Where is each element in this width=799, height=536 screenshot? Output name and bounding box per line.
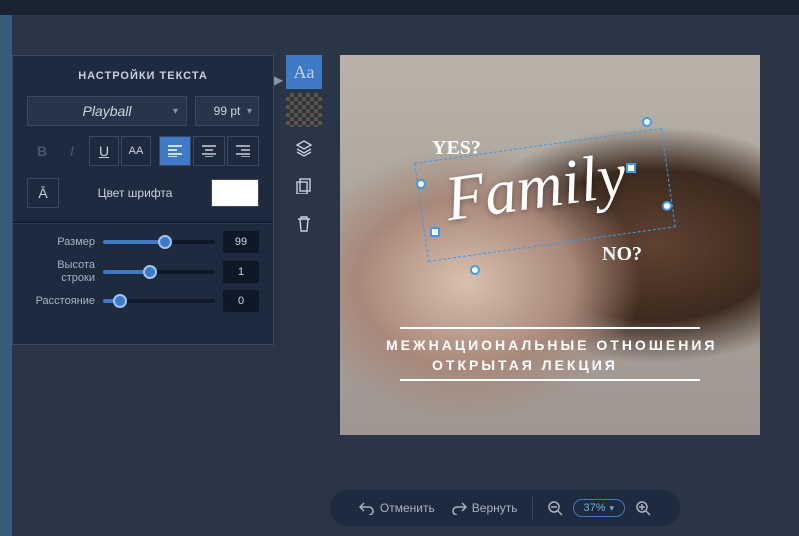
zoom-level-select[interactable]: 37% ▾ [573, 499, 626, 517]
text-tool-button[interactable]: Aa [286, 55, 322, 89]
font-family-value: Playball [82, 103, 131, 119]
size-slider-label: Размер [27, 236, 95, 249]
align-right-icon [236, 145, 250, 157]
text-settings-panel: НАСТРОЙКИ ТЕКСТА Playball ▾ 99 pt ▾ B I … [12, 55, 274, 345]
bottom-toolbar: Отменить Вернуть 37% ▾ [330, 490, 680, 526]
selection-handle[interactable] [642, 117, 652, 127]
chevron-down-icon: ▾ [247, 106, 252, 117]
bold-button[interactable]: B [27, 136, 57, 166]
uppercase-button[interactable]: AA [121, 136, 151, 166]
undo-button[interactable]: Отменить [353, 501, 441, 515]
align-left-button[interactable] [159, 136, 191, 166]
top-bar [0, 0, 799, 15]
duplicate-tool-button[interactable] [286, 169, 322, 203]
zoom-out-button[interactable] [541, 500, 569, 516]
zoom-out-icon [547, 500, 563, 516]
line-height-slider-label: Высота строки [27, 259, 95, 284]
collapse-panel-button[interactable]: ▶ [274, 73, 283, 87]
selection-handle[interactable] [626, 163, 636, 173]
font-color-swatch[interactable] [211, 179, 259, 207]
font-size-value: 99 pt [214, 104, 241, 118]
layers-icon [295, 139, 313, 157]
separator [532, 497, 533, 519]
redo-button[interactable]: Вернуть [445, 501, 524, 515]
font-family-select[interactable]: Playball ▾ [27, 96, 187, 126]
selection-handle[interactable] [662, 201, 672, 211]
zoom-value: 37% [584, 502, 606, 514]
canvas-text-sub1[interactable]: МЕЖНАЦИОНАЛЬНЫЕ ОТНОШЕНИЯ [386, 337, 717, 353]
layers-tool-button[interactable] [286, 131, 322, 165]
left-rail [0, 15, 12, 536]
divider [13, 222, 273, 224]
zoom-in-icon [635, 500, 651, 516]
copy-icon [296, 178, 312, 194]
zoom-in-button[interactable] [629, 500, 657, 516]
redo-label: Вернуть [472, 501, 518, 515]
selection-handle[interactable] [416, 179, 426, 189]
size-slider[interactable] [103, 233, 215, 251]
font-color-label: Цвет шрифта [67, 186, 203, 200]
selection-handle[interactable] [430, 227, 440, 237]
spacing-slider-label: Расстояние [27, 295, 95, 308]
chevron-down-icon: ▾ [610, 503, 615, 514]
delete-tool-button[interactable] [286, 207, 322, 241]
canvas-text-no[interactable]: NO? [602, 243, 642, 266]
redo-icon [451, 501, 467, 515]
selection-handle[interactable] [470, 265, 480, 275]
size-slider-value[interactable]: 99 [223, 231, 259, 253]
spacing-slider-value[interactable]: 0 [223, 290, 259, 312]
panel-title: НАСТРОЙКИ ТЕКСТА [13, 56, 273, 92]
italic-button[interactable]: I [57, 136, 87, 166]
line-height-slider-value[interactable]: 1 [223, 261, 259, 283]
canvas-text-sub2[interactable]: ОТКРЫТАЯ ЛЕКЦИЯ [432, 357, 618, 373]
align-center-icon [202, 145, 216, 157]
undo-icon [359, 501, 375, 515]
canvas-background-image [340, 55, 760, 435]
line-height-slider[interactable] [103, 263, 215, 281]
trash-icon [297, 216, 311, 232]
chevron-down-icon: ▾ [173, 106, 178, 117]
canvas-divider-line [400, 327, 700, 329]
align-center-button[interactable] [193, 136, 225, 166]
align-right-button[interactable] [227, 136, 259, 166]
spacing-slider[interactable] [103, 292, 215, 310]
canvas[interactable]: YES? Family NO? МЕЖНАЦИОНАЛЬНЫЕ ОТНОШЕНИ… [340, 55, 760, 435]
underline-button[interactable]: U [89, 136, 119, 166]
transparency-tool-button[interactable] [286, 93, 322, 127]
tool-strip: Aa [286, 55, 322, 241]
align-left-icon [168, 145, 182, 157]
canvas-divider-line [400, 379, 700, 381]
font-size-select[interactable]: 99 pt ▾ [195, 96, 259, 126]
text-case-button[interactable]: Ā [27, 178, 59, 208]
undo-label: Отменить [380, 501, 435, 515]
